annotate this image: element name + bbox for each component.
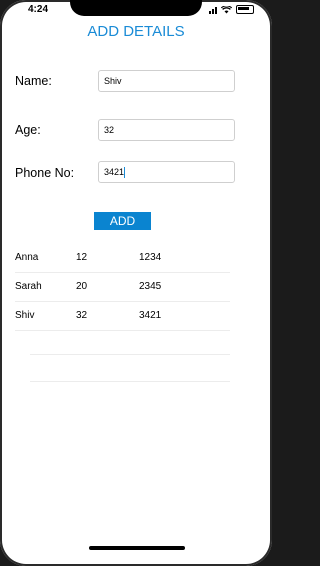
name-input-value: Shiv <box>104 76 122 86</box>
row-name: Shiv <box>15 310 35 321</box>
details-list: Anna 12 1234 Sarah 20 2345 Shiv 32 3421 <box>15 244 230 331</box>
status-icons <box>209 5 254 14</box>
phone-screen: 4:24 ADD DETAILS Name: Shiv Age: 32 Phon… <box>0 0 272 566</box>
name-label: Name: <box>15 74 52 88</box>
row-age: 20 <box>76 281 88 292</box>
age-input[interactable]: 32 <box>98 119 235 141</box>
empty-row-divider <box>30 381 230 382</box>
age-label: Age: <box>15 123 41 137</box>
row-phone: 1234 <box>139 252 162 263</box>
row-name: Sarah <box>15 281 42 292</box>
row-age: 12 <box>76 252 88 263</box>
status-bar: 4:24 <box>0 2 272 16</box>
table-row[interactable]: Sarah 20 2345 <box>15 273 230 302</box>
row-phone: 3421 <box>139 310 162 321</box>
table-row[interactable]: Shiv 32 3421 <box>15 302 230 331</box>
add-button[interactable]: ADD <box>94 212 151 230</box>
empty-row-divider <box>30 354 230 355</box>
age-input-value: 32 <box>104 125 115 135</box>
table-row[interactable]: Anna 12 1234 <box>15 244 230 273</box>
text-cursor <box>124 167 126 179</box>
battery-icon <box>236 5 254 14</box>
page-title: ADD DETAILS <box>87 23 185 40</box>
phone-input[interactable]: 3421 <box>98 161 235 183</box>
home-indicator[interactable] <box>89 546 185 550</box>
wifi-icon <box>221 5 232 13</box>
phone-input-value: 3421 <box>104 167 125 177</box>
cellular-signal-icon <box>209 6 217 14</box>
name-input[interactable]: Shiv <box>98 70 235 92</box>
row-age: 32 <box>76 310 88 321</box>
row-phone: 2345 <box>139 281 162 292</box>
row-name: Anna <box>15 252 39 263</box>
phone-label: Phone No: <box>15 166 75 180</box>
status-time: 4:24 <box>28 4 49 15</box>
